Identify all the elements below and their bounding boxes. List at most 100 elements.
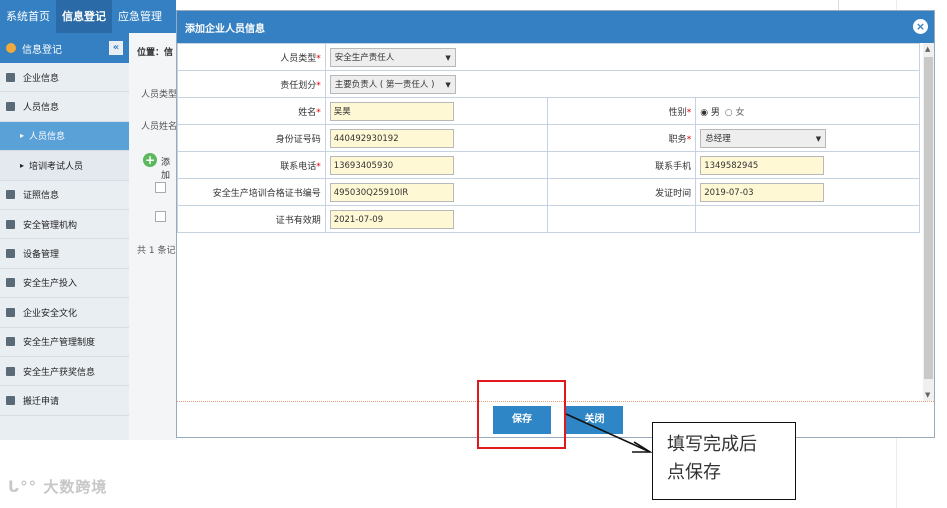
field-cell: 13693405930: [324, 151, 549, 179]
sidebar-item-relocation[interactable]: 搬迁申请: [0, 386, 129, 416]
register-icon: [6, 43, 16, 53]
form-row: 责任划分* 主要负责人 ( 第一责任人 ): [177, 70, 921, 98]
sidebar-item-label: 安全生产管理制度: [23, 338, 96, 349]
field-cell: ◉ 男 ○ 女: [695, 97, 920, 125]
sidebar-item-label: 安全生产获奖信息: [23, 367, 96, 378]
watermark-logo-icon: ᒐ°°: [8, 478, 38, 496]
personnel-form: 人员类型* 安全生产责任人 责任划分* 主要负责人 ( 第一责任人 ) 姓名* …: [177, 43, 921, 233]
dialog-body: 人员类型* 安全生产责任人 责任划分* 主要负责人 ( 第一责任人 ) 姓名* …: [177, 43, 934, 401]
sidebar-item-company-info[interactable]: 企业信息: [0, 63, 129, 93]
save-highlight-box: [477, 380, 566, 449]
field-label-position: 职务*: [547, 124, 697, 152]
form-row: 安全生产培训合格证书编号 495030Q25910IR 发证时间 2019-07…: [177, 178, 920, 206]
sidebar-item-label: 证照信息: [23, 191, 60, 202]
sidebar-item-label: 人员信息: [29, 132, 66, 143]
background-content: 位置：信 人员类型 人员姓名 + 添加 共 1 条记录: [129, 33, 184, 440]
id-number-input[interactable]: 440492930192: [329, 128, 454, 148]
sidebar-item-personnel-info[interactable]: 人员信息: [0, 92, 129, 122]
field-label-mobile: 联系手机: [547, 151, 697, 179]
sidebar-item-label: 安全管理机构: [23, 220, 78, 231]
sidebar-item-safety-investment[interactable]: 安全生产投入: [0, 269, 129, 299]
empty-cell: [547, 205, 697, 233]
field-cell: 吴昊: [324, 97, 549, 125]
sidebar-subitem-training-exam[interactable]: 培训考试人员: [0, 151, 129, 181]
issue-date-input[interactable]: 2019-07-03: [700, 182, 825, 202]
sidebar-item-safety-org[interactable]: 安全管理机构: [0, 210, 129, 240]
filter-label-person-type: 人员类型: [141, 90, 178, 100]
sidebar-item-certificates[interactable]: 证照信息: [0, 181, 129, 210]
scroll-down-icon[interactable]: ▼: [925, 391, 930, 399]
sidebar-item-label: 培训考试人员: [29, 161, 84, 172]
collapse-icon[interactable]: «: [109, 41, 123, 55]
field-cell: 总经理: [695, 124, 920, 152]
field-label-cert-number: 安全生产培训合格证书编号: [177, 178, 326, 206]
gender-female-radio[interactable]: ○ 女: [725, 108, 745, 118]
sidebar: 信息登记 « 企业信息 人员信息 人员信息 培训考试人员 证照信息 安全管理机构…: [0, 33, 130, 440]
sidebar-item-label: 企业信息: [23, 73, 60, 84]
filter-label-person-name: 人员姓名: [141, 122, 178, 132]
page-divider-line: [838, 0, 839, 10]
culture-icon: [6, 307, 15, 317]
close-icon[interactable]: ×: [913, 19, 928, 34]
money-icon: [6, 278, 15, 288]
mobile-input[interactable]: 1349582945: [700, 155, 825, 175]
callout-line: 点保存: [667, 462, 721, 483]
scroll-up-icon[interactable]: ▲: [925, 45, 930, 53]
tab-home[interactable]: 系统首页: [0, 0, 56, 33]
sidebar-item-safety-culture[interactable]: 企业安全文化: [0, 298, 129, 328]
responsibility-select[interactable]: 主要负责人 ( 第一责任人 ): [329, 74, 456, 95]
form-row: 身份证号码 440492930192 职务* 总经理: [177, 124, 920, 152]
field-label-responsibility: 责任划分*: [177, 70, 326, 98]
name-input[interactable]: 吴昊: [329, 101, 454, 121]
phone-input[interactable]: 13693405930: [329, 155, 454, 175]
field-cell: 440492930192: [324, 124, 549, 152]
sidebar-item-label: 企业安全文化: [23, 308, 78, 319]
field-label-gender: 性别*: [547, 97, 697, 125]
sidebar-item-label: 安全生产投入: [23, 279, 78, 290]
sidebar-item-label: 搬迁申请: [23, 396, 60, 407]
sidebar-item-safety-awards[interactable]: 安全生产获奖信息: [0, 357, 129, 387]
dialog-title: 添加企业人员信息: [185, 23, 265, 35]
dialog-titlebar: 添加企业人员信息 ×: [177, 11, 934, 43]
watermark: ᒐ°° 大数跨境: [8, 476, 107, 497]
gender-male-radio[interactable]: ◉ 男: [700, 108, 720, 118]
add-icon[interactable]: +: [143, 153, 157, 167]
sidebar-subitem-personnel-info[interactable]: 人员信息: [0, 121, 129, 152]
org-icon: [6, 219, 15, 229]
tab-info-register[interactable]: 信息登记: [56, 0, 112, 33]
field-cell: 2019-07-03: [695, 178, 920, 206]
top-navigation: 系统首页 信息登记 应急管理: [0, 0, 176, 33]
sidebar-item-label: 设备管理: [23, 250, 60, 261]
field-label-person-type: 人员类型*: [177, 43, 326, 71]
sidebar-title: 信息登记: [22, 44, 62, 56]
empty-cell: [695, 205, 920, 233]
field-cell: 安全生产责任人: [324, 43, 921, 71]
person-icon: [6, 102, 15, 112]
relocation-icon: [6, 395, 15, 405]
callout-line: 填写完成后: [667, 434, 757, 455]
form-row: 联系电话* 13693405930 联系手机 1349582945: [177, 151, 920, 179]
row-checkbox[interactable]: [155, 182, 166, 193]
sidebar-item-equipment[interactable]: 设备管理: [0, 239, 129, 269]
field-label-phone: 联系电话*: [177, 151, 326, 179]
tab-emergency[interactable]: 应急管理: [112, 0, 168, 33]
wrench-icon: [6, 249, 15, 259]
dialog-scrollbar[interactable]: ▲ ▼: [923, 43, 934, 401]
valid-until-input[interactable]: 2021-07-09: [329, 209, 454, 229]
position-select[interactable]: 总经理: [700, 128, 827, 149]
person-type-select[interactable]: 安全生产责任人: [329, 47, 456, 68]
sidebar-item-safety-rules[interactable]: 安全生产管理制度: [0, 328, 129, 357]
field-label-name: 姓名*: [177, 97, 326, 125]
form-row: 姓名* 吴昊 性别* ◉ 男 ○ 女: [177, 97, 920, 125]
cert-number-input[interactable]: 495030Q25910IR: [329, 182, 454, 202]
field-label-valid-until: 证书有效期: [177, 205, 326, 233]
form-row: 人员类型* 安全生产责任人: [177, 43, 921, 71]
form-row: 证书有效期 2021-07-09: [177, 205, 920, 233]
add-button-label[interactable]: 添加: [161, 155, 177, 181]
sidebar-header: 信息登记 «: [0, 33, 129, 63]
document-icon: [6, 72, 15, 82]
pointer-arrow: [565, 413, 653, 453]
certificate-icon: [6, 190, 15, 200]
row-checkbox[interactable]: [155, 211, 166, 222]
scrollbar-thumb[interactable]: [924, 57, 933, 379]
